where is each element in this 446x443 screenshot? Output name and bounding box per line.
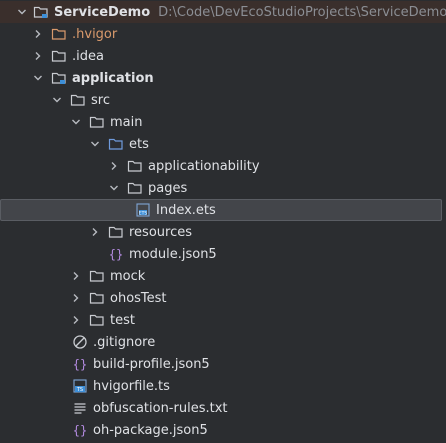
tree-row-mock[interactable]: mock [0, 265, 446, 287]
tree-row-ohostest[interactable]: ohosTest [0, 287, 446, 309]
tree-label: oh-package.json5 [93, 422, 208, 438]
json-file-icon: {} [72, 356, 88, 372]
chevron-down-icon[interactable] [106, 180, 122, 196]
tree-row-test[interactable]: test [0, 309, 446, 331]
chevron-right-icon[interactable] [30, 48, 46, 64]
folder-icon [89, 312, 105, 328]
folder-icon [89, 268, 105, 284]
tree-row-index-ets[interactable]: ETS Index.ets [0, 199, 442, 221]
tree-label: obfuscation-rules.txt [93, 400, 228, 416]
project-tree: ServiceDemo D:\Code\DevEcoStudioProjects… [0, 0, 446, 443]
tree-label: .hvigor [72, 26, 118, 42]
tree-label: main [110, 114, 143, 130]
tree-row-hvigorfile[interactable]: TS hvigorfile.ts [0, 375, 446, 397]
tree-label: resources [129, 224, 193, 240]
chevron-right-icon[interactable] [68, 268, 84, 284]
tree-label: Index.ets [156, 202, 216, 218]
tree-row-main[interactable]: main [0, 111, 446, 133]
tree-label: .idea [72, 48, 104, 64]
chevron-right-icon[interactable] [68, 290, 84, 306]
excluded-folder-icon [51, 26, 67, 42]
ets-file-icon: ETS [135, 202, 151, 218]
chevron-down-icon[interactable] [14, 4, 30, 20]
tree-row-gitignore[interactable]: .gitignore [0, 331, 446, 353]
tree-label: module.json5 [129, 246, 217, 262]
tree-label: ets [129, 136, 149, 152]
chevron-down-icon[interactable] [68, 114, 84, 130]
svg-text:{}: {} [73, 358, 87, 372]
tree-row-module-json5[interactable]: {} module.json5 [0, 243, 446, 265]
tree-label: src [91, 92, 110, 108]
tree-label: test [110, 312, 135, 328]
tree-label: pages [148, 180, 188, 196]
folder-icon [51, 48, 67, 64]
project-name: ServiceDemo [54, 4, 151, 20]
chevron-right-icon[interactable] [68, 312, 84, 328]
folder-icon [89, 114, 105, 130]
tree-label: application [72, 70, 154, 86]
chevron-right-icon[interactable] [87, 224, 103, 240]
tree-label: mock [110, 268, 146, 284]
tree-row-servicedemo[interactable]: ServiceDemo D:\Code\DevEcoStudioProjects… [0, 1, 446, 23]
ignore-file-icon [72, 334, 88, 350]
tree-label: build-profile.json5 [93, 356, 210, 372]
text-file-icon [72, 400, 88, 416]
ts-file-icon: TS [72, 378, 88, 394]
source-folder-icon [108, 136, 124, 152]
tree-row-obfuscation-rules[interactable]: obfuscation-rules.txt [0, 397, 446, 419]
tree-label: applicationability [148, 158, 260, 174]
folder-icon [127, 158, 143, 174]
json-file-icon: {} [72, 422, 88, 438]
module-folder-icon [33, 4, 49, 20]
tree-row-applicationability[interactable]: applicationability [0, 155, 446, 177]
tree-label: .gitignore [93, 334, 156, 350]
project-path: D:\Code\DevEcoStudioProjects\ServiceDemo [158, 4, 446, 20]
svg-text:TS: TS [76, 387, 83, 393]
tree-row-oh-package[interactable]: {} oh-package.json5 [0, 419, 446, 441]
tree-row-src[interactable]: src [0, 89, 446, 111]
folder-icon [89, 290, 105, 306]
svg-text:{}: {} [73, 424, 87, 438]
chevron-down-icon[interactable] [49, 92, 65, 108]
tree-row-application[interactable]: application [0, 67, 446, 89]
tree-label: hvigorfile.ts [93, 378, 170, 394]
tree-row-pages[interactable]: pages [0, 177, 446, 199]
json-file-icon: {} [108, 246, 124, 262]
tree-row-resources[interactable]: resources [0, 221, 446, 243]
tree-row-idea[interactable]: .idea [0, 45, 446, 67]
folder-icon [127, 180, 143, 196]
tree-row-hvigor[interactable]: .hvigor [0, 23, 446, 45]
module-folder-icon [51, 70, 67, 86]
chevron-right-icon[interactable] [106, 158, 122, 174]
tree-row-build-profile[interactable]: {} build-profile.json5 [0, 353, 446, 375]
chevron-down-icon[interactable] [87, 136, 103, 152]
svg-text:ETS: ETS [139, 210, 148, 216]
chevron-right-icon[interactable] [30, 26, 46, 42]
svg-text:{}: {} [109, 248, 123, 262]
chevron-down-icon[interactable] [30, 70, 46, 86]
folder-icon [108, 224, 124, 240]
tree-label: ohosTest [110, 290, 167, 306]
folder-icon [70, 92, 86, 108]
tree-row-ets[interactable]: ets [0, 133, 446, 155]
